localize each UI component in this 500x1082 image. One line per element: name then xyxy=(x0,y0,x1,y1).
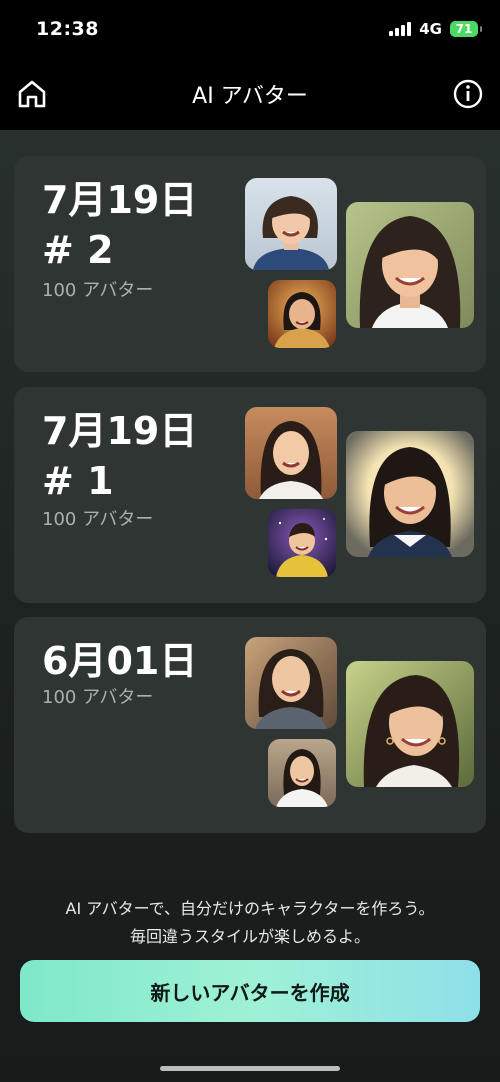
avatar-session-card[interactable]: 6月01日 100 アバター xyxy=(14,617,486,833)
info-icon xyxy=(453,79,483,109)
network-label: 4G xyxy=(419,20,442,38)
status-indicators: 4G 71 xyxy=(389,20,482,38)
avatar-count: 100 アバター xyxy=(42,280,154,301)
status-bar: 12:38 4G 71 xyxy=(0,0,500,62)
avatar-session-card[interactable]: 7月19日 # 1 100 アバター xyxy=(14,387,486,603)
avatar-session-card[interactable]: 7月19日 # 2 100 アバター xyxy=(14,156,486,372)
avatar-thumbnail xyxy=(245,407,337,499)
tagline-line-1: AI アバターで、自分だけのキャラクターを作ろう。 xyxy=(65,899,435,918)
avatar-thumbnail xyxy=(346,202,474,328)
avatar-count: 100 アバター xyxy=(42,509,154,530)
status-time: 12:38 xyxy=(36,18,99,40)
session-date: 7月19日 xyxy=(42,178,198,222)
avatar-thumbnail xyxy=(268,509,336,577)
signal-icon xyxy=(389,22,412,36)
tagline-line-2: 毎回違うスタイルが楽しめるよ。 xyxy=(129,927,370,946)
avatar-count: 100 アバター xyxy=(42,687,154,708)
avatar-thumbnail xyxy=(268,280,336,348)
avatar-thumbnail xyxy=(245,178,337,270)
session-number: # 1 xyxy=(42,459,114,503)
session-date: 6月01日 xyxy=(42,639,198,683)
session-date: 7月19日 xyxy=(42,409,198,453)
home-indicator xyxy=(160,1066,340,1071)
avatar-thumbnail xyxy=(268,739,336,807)
top-bar: 12:38 4G 71 AI アバター xyxy=(0,0,500,130)
avatar-thumbnail xyxy=(346,661,474,787)
battery-icon: 71 xyxy=(450,21,482,37)
info-button[interactable] xyxy=(452,78,484,110)
page-title: AI アバター xyxy=(192,84,308,109)
avatar-thumbnail xyxy=(346,431,474,557)
session-number: # 2 xyxy=(42,228,114,272)
nav-bar: AI アバター xyxy=(0,62,500,130)
avatar-thumbnail xyxy=(245,637,337,729)
create-avatar-button[interactable]: 新しいアバターを作成 xyxy=(20,960,480,1022)
